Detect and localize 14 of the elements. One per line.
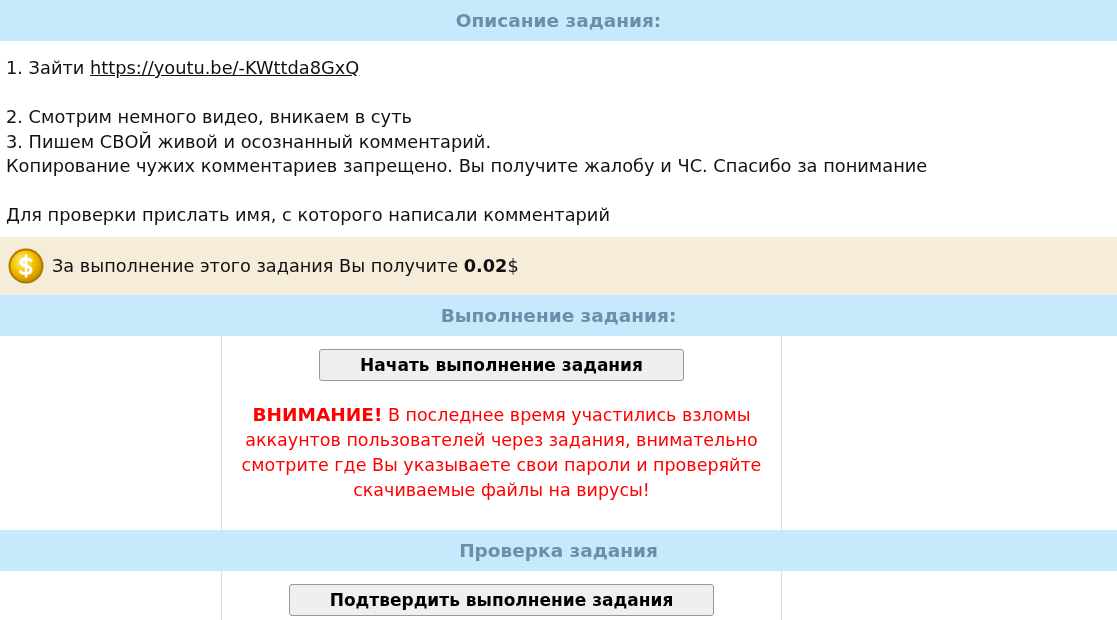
reward-text: За выполнение этого задания Вы получите 0.02$ — [52, 255, 519, 276]
instruction-text: 2. Смотрим немного видео, вникаем в суть — [6, 105, 412, 129]
section-header: Проверка задания — [0, 529, 1117, 571]
instruction-text: 1. Зайти https://youtu.be/-KWttda8GxQ — [6, 56, 360, 80]
section-header: Выполнение задания: — [0, 294, 1117, 336]
coin-icon — [8, 247, 44, 284]
start-task-button[interactable]: Начать выполнение задания — [319, 348, 684, 381]
instruction-text: Для проверки прислать имя, с которого написали комментарий — [6, 203, 610, 227]
confirm-task-button[interactable]: Подтвердить выполнение задания — [288, 583, 715, 616]
video-link[interactable]: https://youtu.be/-KWttda8GxQ — [90, 57, 360, 78]
warning-text: ВНИМАНИЕ! В последнее время участились взломы аккаунтов пользователей через задания, внимательно смотрите где Вы указываете свои пароли и проверяйте скачиваемые файлы на вирусы! — [240, 402, 763, 502]
instruction-text: 3. Пишем СВОЙ живой и осознанный комментарий. — [6, 129, 492, 154]
section-header: Описание задания: — [0, 0, 1117, 41]
instruction-text: Копирование чужих комментариев запрещено. Вы получите жалобу и ЧС. Спасибо за понимание — [6, 154, 928, 178]
